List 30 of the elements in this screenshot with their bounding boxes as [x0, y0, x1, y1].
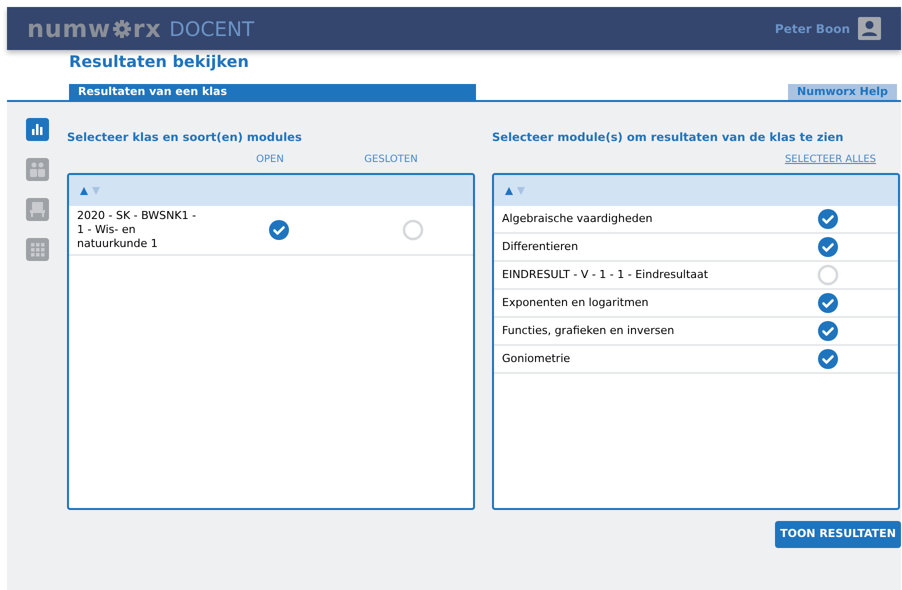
section-heading: Selecteer klas en soort(en) modules	[67, 129, 303, 145]
bar-chart-icon[interactable]	[26, 118, 49, 141]
page-title: Resultaten bekijken	[69, 51, 250, 73]
checked-circle-icon[interactable]	[268, 219, 290, 241]
sort-arrows-icon[interactable]	[79, 186, 101, 196]
module-name: Exponenten en logaritmen	[502, 294, 650, 311]
checked-circle-icon[interactable]	[817, 236, 839, 258]
module-name: EINDRESULT - V - 1 - 1 - Eindresultaat	[502, 266, 710, 283]
module-name: Functies, grafieken en inversen	[502, 322, 676, 339]
checked-circle-icon[interactable]	[817, 208, 839, 230]
show-results-button[interactable]: TOON RESULTATEN	[775, 521, 901, 548]
checked-circle-icon[interactable]	[817, 292, 839, 314]
module-name: Differentieren	[502, 238, 580, 255]
checked-circle-icon[interactable]	[817, 320, 839, 342]
module-name: Algebraische vaardigheden	[502, 210, 654, 227]
tab[interactable]: Numworx Help	[788, 84, 897, 100]
user-name[interactable]: Peter Boon	[774, 20, 850, 38]
section-heading: Selecteer module(s) om resultaten van de klas te zien	[492, 129, 844, 145]
logo-text: rx	[132, 14, 162, 44]
class-name: 2020 - SK - BWSNK1 - 1 - Wis- en natuurkunde 1	[77, 209, 198, 251]
logo-text: numw	[27, 14, 111, 44]
column-header: GESLOTEN	[363, 152, 419, 166]
column-header: OPEN	[255, 152, 285, 166]
app-name: DOCENT	[169, 16, 254, 42]
select-all-link[interactable]: SELECTEER ALLES	[784, 152, 876, 166]
checked-circle-icon[interactable]	[817, 348, 839, 370]
tab[interactable]: Resultaten van een klas	[69, 84, 476, 100]
user-avatar-icon[interactable]	[858, 17, 881, 40]
module-name: Goniometrie	[502, 350, 572, 367]
sort-arrows-icon[interactable]	[504, 186, 526, 196]
